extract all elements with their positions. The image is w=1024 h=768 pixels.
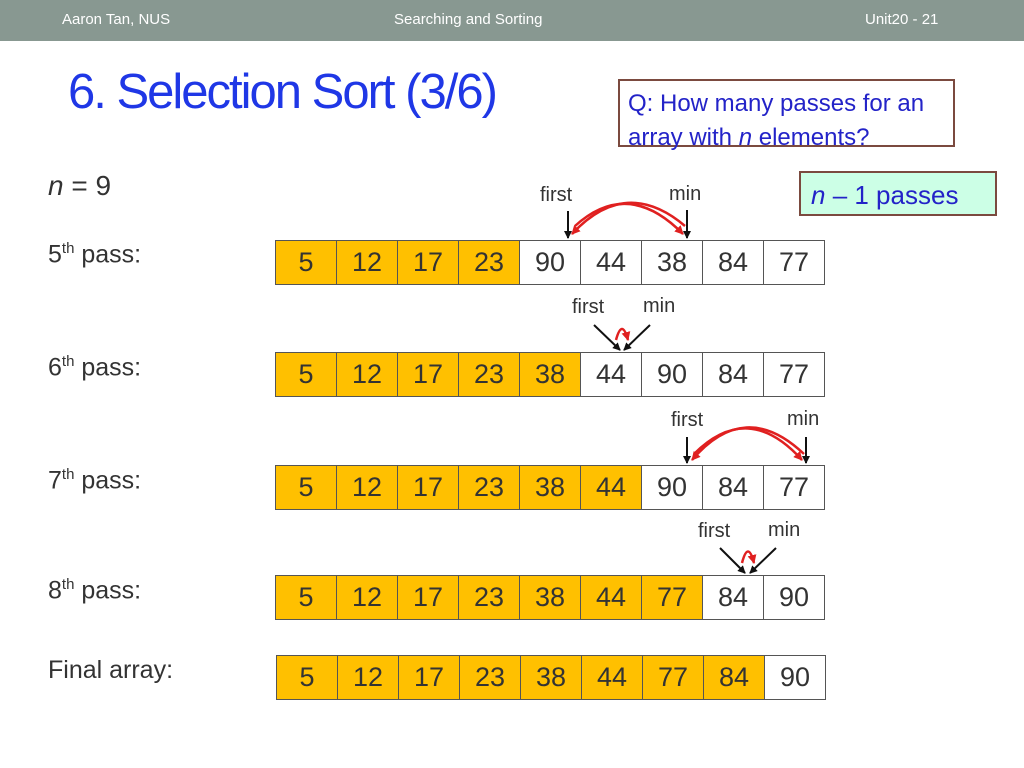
swap-arrow (740, 550, 757, 564)
pass-label-6: 6th pass: (48, 353, 141, 382)
pass-number: 5 (48, 240, 62, 269)
array-cell: 84 (702, 575, 764, 620)
array-cell: 5 (275, 240, 337, 285)
array-cell: 17 (397, 240, 459, 285)
array-cell: 84 (702, 240, 764, 285)
min-pointer-arrow (623, 324, 651, 351)
array-cell: 44 (580, 240, 642, 285)
min-marker: min (768, 519, 801, 541)
array-cell: 12 (336, 465, 398, 510)
pass-number: 8 (48, 576, 62, 605)
pass-suffix: pass: (74, 240, 142, 269)
array-cell: 23 (458, 575, 520, 620)
min-marker: min (643, 295, 676, 317)
pass-ordinal: th (61, 576, 75, 593)
final-array-label: Final array: (48, 656, 174, 684)
array-cell: 38 (519, 352, 581, 397)
array-cell: 44 (580, 352, 642, 397)
swap-arrow (693, 427, 803, 461)
pass-ordinal: th (61, 466, 75, 483)
array-cell: 17 (397, 465, 459, 510)
array-row-pass-6: 5 12 17 23 38 44 90 84 77 (275, 352, 825, 397)
array-cell: 12 (336, 240, 398, 285)
array-cell: 77 (763, 240, 825, 285)
array-cell: 12 (336, 575, 398, 620)
array-cell: 5 (275, 352, 337, 397)
array-cell: 38 (519, 465, 581, 510)
n-value-label: n = 9 (48, 170, 111, 202)
array-cell: 77 (641, 575, 703, 620)
array-cell: 77 (763, 465, 825, 510)
array-cell: 17 (397, 575, 459, 620)
slide-title: 6. Selection Sort (3/6) (68, 65, 498, 119)
array-cell: 12 (336, 352, 398, 397)
pass-label-7: 7th pass: (48, 466, 141, 495)
header-author: Aaron Tan, NUS (62, 11, 171, 28)
min-marker: min (787, 408, 820, 430)
array-cell: 90 (641, 352, 703, 397)
array-row-pass-5: 5 12 17 23 90 44 38 84 77 (275, 240, 825, 285)
min-pointer-arrow (749, 547, 777, 574)
pass-number: 6 (48, 353, 62, 382)
array-cell: 38 (520, 655, 582, 700)
answer-text: – 1 passes (825, 180, 959, 210)
array-cell: 17 (398, 655, 460, 700)
pass-ordinal: th (61, 240, 75, 257)
array-cell: 84 (703, 655, 765, 700)
array-cell: 38 (519, 575, 581, 620)
swap-arrow (614, 327, 631, 341)
array-cell: 23 (458, 352, 520, 397)
pass-suffix: pass: (74, 353, 142, 382)
array-cell: 90 (641, 465, 703, 510)
array-cell: 44 (580, 575, 642, 620)
array-cell: 38 (641, 240, 703, 285)
array-cell: 90 (763, 575, 825, 620)
array-cell: 23 (458, 240, 520, 285)
pass-number: 7 (48, 466, 62, 495)
pass-suffix: pass: (74, 466, 142, 495)
first-marker: first (572, 296, 605, 318)
array-cell: 77 (642, 655, 704, 700)
pass-ordinal: th (61, 353, 75, 370)
pass-label-5: 5th pass: (48, 240, 141, 269)
array-cell: 90 (764, 655, 826, 700)
array-cell: 23 (459, 655, 521, 700)
header-slide-number: Unit20 - 21 (865, 11, 939, 28)
array-cell: 23 (458, 465, 520, 510)
first-marker: first (698, 520, 731, 542)
array-cell: 17 (397, 352, 459, 397)
first-pointer-arrow (593, 324, 621, 351)
answer-n: n (811, 180, 826, 210)
array-cell: 5 (275, 465, 337, 510)
question-text-suffix: elements? (752, 124, 870, 151)
array-row-pass-7: 5 12 17 23 38 44 90 84 77 (275, 465, 825, 510)
first-pointer-arrow (719, 547, 746, 574)
array-cell: 84 (702, 465, 764, 510)
first-marker: first (540, 184, 573, 206)
array-cell: 5 (276, 655, 338, 700)
slide-header: Aaron Tan, NUS Searching and Sorting Uni… (0, 0, 1024, 41)
n-value: = 9 (63, 170, 112, 201)
array-cell: 90 (519, 240, 581, 285)
array-row-final: 5 12 17 23 38 44 77 84 90 (276, 655, 826, 700)
array-row-pass-8: 5 12 17 23 38 44 77 84 90 (275, 575, 825, 620)
array-cell: 12 (337, 655, 399, 700)
n-symbol: n (48, 170, 64, 201)
first-marker: first (671, 409, 704, 431)
question-box: Q: How many passes for an array with n e… (618, 79, 955, 151)
header-topic: Searching and Sorting (394, 11, 543, 28)
answer-box: n – 1 passes (799, 171, 997, 216)
swap-arrow (571, 201, 686, 235)
array-cell: 84 (702, 352, 764, 397)
question-n: n (738, 124, 753, 151)
swap-arrow (691, 426, 805, 461)
swap-arrow (574, 202, 684, 235)
min-marker: min (669, 183, 702, 205)
pass-suffix: pass: (74, 576, 142, 605)
pass-label-8: 8th pass: (48, 576, 141, 605)
array-cell: 44 (580, 465, 642, 510)
array-cell: 5 (275, 575, 337, 620)
array-cell: 44 (581, 655, 643, 700)
array-cell: 77 (763, 352, 825, 397)
